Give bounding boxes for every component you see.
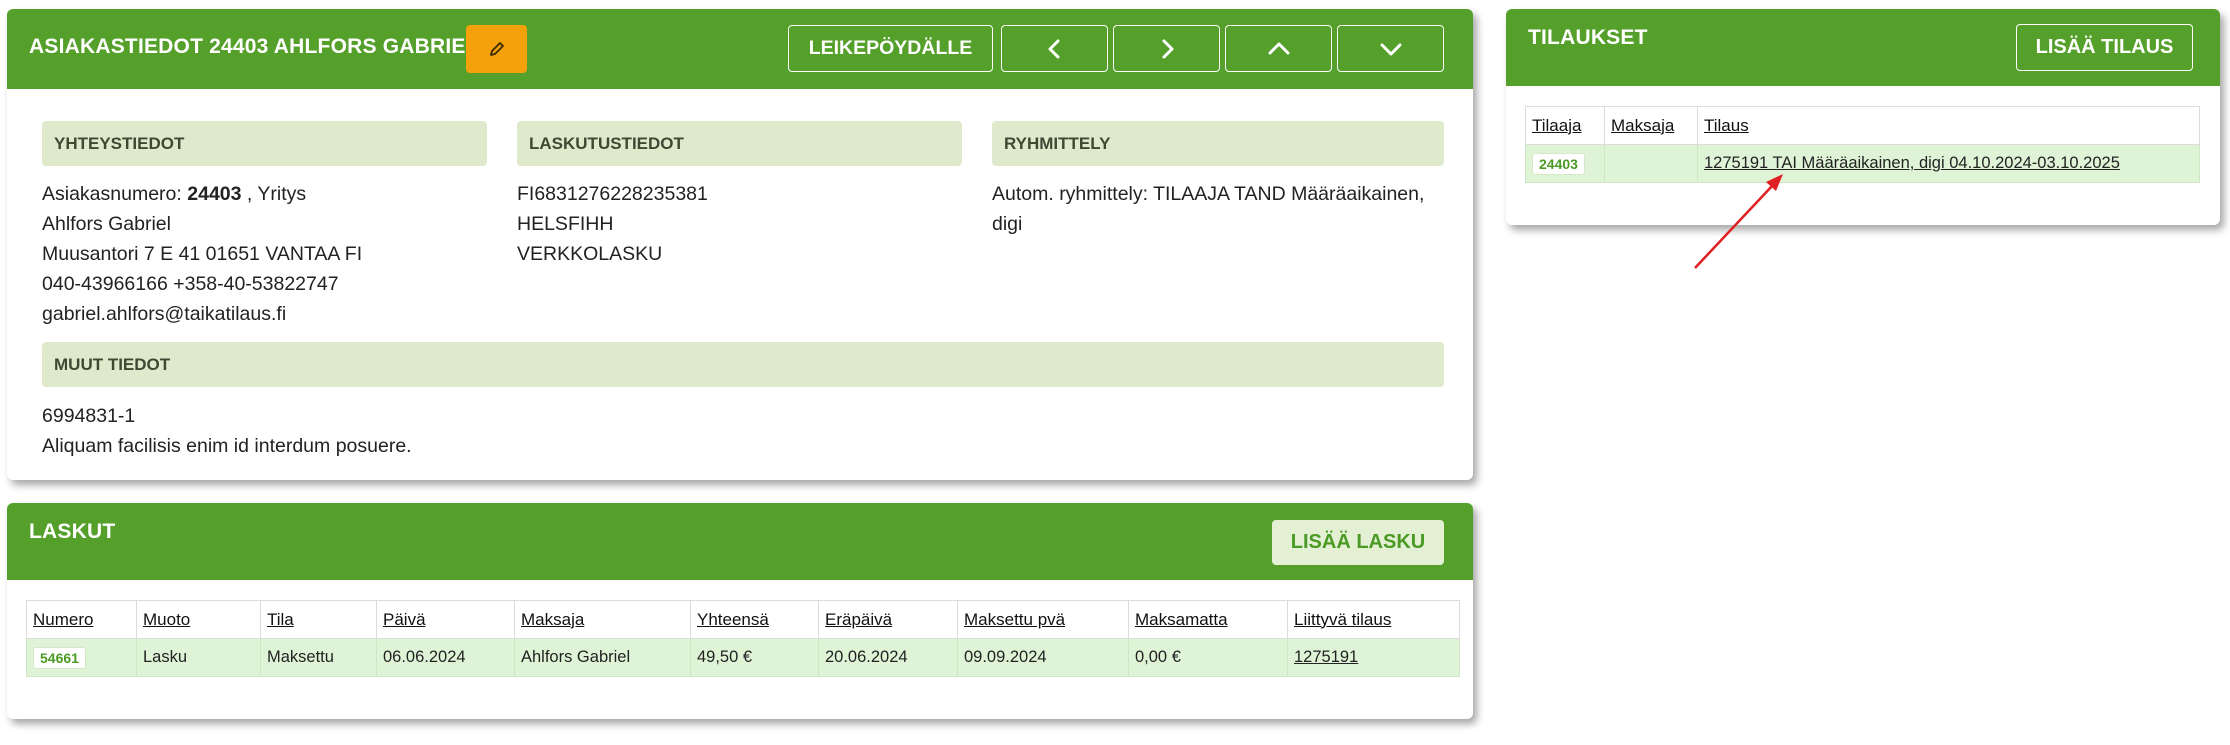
invoice-type: Lasku [136, 638, 261, 677]
previous-button[interactable] [1001, 25, 1108, 72]
customer-number: 24403 [187, 183, 242, 205]
other-line-1: 6994831-1 [42, 405, 136, 427]
invoice-unpaid: 0,00 € [1128, 638, 1288, 677]
billing-iban: FI6831276228235381 [517, 183, 708, 205]
customer-panel: ASIAKASTIEDOT 24403 AHLFORS GABRIEL LEIK… [7, 9, 1473, 480]
grouping-line-2: digi [992, 213, 1023, 235]
other-info: 6994831-1 Aliquam facilisis enim id inte… [42, 401, 412, 461]
chevron-left-icon [1048, 39, 1059, 58]
grouping-info: Autom. ryhmittely: TILAAJA TAND Määräaik… [992, 179, 1424, 239]
down-button[interactable] [1337, 25, 1444, 72]
add-invoice-button[interactable]: LISÄÄ LASKU [1272, 520, 1444, 565]
col-maksamatta[interactable]: Maksamatta [1128, 600, 1288, 639]
order-link[interactable]: 1275191 TAI Määräaikainen, digi 04.10.20… [1704, 154, 2120, 172]
col-tilaus[interactable]: Tilaus [1697, 106, 2200, 145]
col-tilaaja[interactable]: Tilaaja [1525, 106, 1605, 145]
next-button[interactable] [1113, 25, 1220, 72]
invoice-paid-date: 09.09.2024 [957, 638, 1129, 677]
customer-title: ASIAKASTIEDOT 24403 AHLFORS GABRIEL [29, 35, 479, 58]
table-row[interactable]: 54661 Lasku Maksettu 06.06.2024 Ahlfors … [26, 638, 1460, 677]
invoice-date: 06.06.2024 [376, 638, 515, 677]
edit-button[interactable] [466, 25, 527, 73]
invoices-header-row: Numero Muoto Tila Päivä Maksaja Yhteensä… [26, 600, 1460, 639]
invoices-title: LASKUT [29, 520, 116, 543]
invoice-number-badge[interactable]: 54661 [33, 646, 86, 669]
other-section-header: MUUT TIEDOT [42, 342, 1444, 387]
clipboard-button[interactable]: LEIKEPÖYDÄLLE [788, 25, 993, 72]
grouping-line-1: Autom. ryhmittely: TILAAJA TAND Määräaik… [992, 183, 1425, 205]
invoices-table: Numero Muoto Tila Päivä Maksaja Yhteensä… [26, 600, 1460, 677]
invoice-total: 49,50 € [690, 638, 819, 677]
orders-panel-header: TILAUKSET LISÄÄ TILAUS [1506, 9, 2220, 86]
related-order-link[interactable]: 1275191 [1294, 648, 1358, 666]
orders-title: TILAUKSET [1528, 26, 1648, 49]
contact-info: Asiakasnumero: 24403 , Yritys Ahlfors Ga… [42, 179, 362, 329]
billing-info: FI6831276228235381 HELSFIHH VERKKOLASKU [517, 179, 708, 269]
billing-section-header: LASKUTUSTIEDOT [517, 121, 962, 166]
invoices-panel-header: LASKUT LISÄÄ LASKU [7, 503, 1473, 580]
other-line-2: Aliquam facilisis enim id interdum posue… [42, 435, 412, 457]
grouping-section-header: RYHMITTELY [992, 121, 1444, 166]
billing-method: VERKKOLASKU [517, 243, 663, 265]
orders-table: Tilaaja Maksaja Tilaus 24403 1275191 TAI… [1525, 106, 2200, 183]
up-button[interactable] [1225, 25, 1332, 72]
customer-number-line: Asiakasnumero: 24403 , Yritys [42, 183, 307, 205]
customer-phones: 040-43966166 +358-40-53822747 [42, 273, 339, 295]
chevron-down-icon [1380, 43, 1401, 55]
orders-header-row: Tilaaja Maksaja Tilaus [1525, 106, 2200, 145]
orderer-badge[interactable]: 24403 [1532, 152, 1585, 175]
col-maksaja[interactable]: Maksaja [1604, 106, 1698, 145]
col-muoto[interactable]: Muoto [136, 600, 261, 639]
col-maksettu[interactable]: Maksettu pvä [957, 600, 1129, 639]
col-paiva[interactable]: Päivä [376, 600, 515, 639]
invoices-panel: LASKUT LISÄÄ LASKU Numero Muoto Tila Päi… [7, 503, 1473, 719]
col-liittyva-tilaus[interactable]: Liittyvä tilaus [1287, 600, 1460, 639]
col-tila[interactable]: Tila [260, 600, 377, 639]
order-payer [1604, 144, 1698, 183]
contact-section-header: YHTEYSTIEDOT [42, 121, 487, 166]
add-order-button[interactable]: LISÄÄ TILAUS [2016, 24, 2193, 71]
table-row[interactable]: 24403 1275191 TAI Määräaikainen, digi 04… [1525, 144, 2200, 183]
col-yhteensa[interactable]: Yhteensä [690, 600, 819, 639]
invoice-status: Maksettu [260, 638, 377, 677]
billing-bic: HELSFIHH [517, 213, 614, 235]
customer-address: Muusantori 7 E 41 01651 VANTAA FI [42, 243, 363, 265]
col-erapaiva[interactable]: Eräpäivä [818, 600, 958, 639]
chevron-up-icon [1268, 42, 1289, 54]
col-maksaja[interactable]: Maksaja [514, 600, 691, 639]
customer-name: Ahlfors Gabriel [42, 213, 171, 235]
pencil-icon [489, 42, 504, 56]
chevron-right-icon [1162, 39, 1173, 58]
col-numero[interactable]: Numero [26, 600, 137, 639]
customer-email: gabriel.ahlfors@taikatilaus.fi [42, 303, 287, 325]
orders-panel: TILAUKSET LISÄÄ TILAUS Tilaaja Maksaja T… [1506, 9, 2220, 225]
invoice-due-date: 20.06.2024 [818, 638, 958, 677]
customer-panel-header: ASIAKASTIEDOT 24403 AHLFORS GABRIEL LEIK… [7, 9, 1473, 89]
invoice-payer: Ahlfors Gabriel [514, 638, 691, 677]
